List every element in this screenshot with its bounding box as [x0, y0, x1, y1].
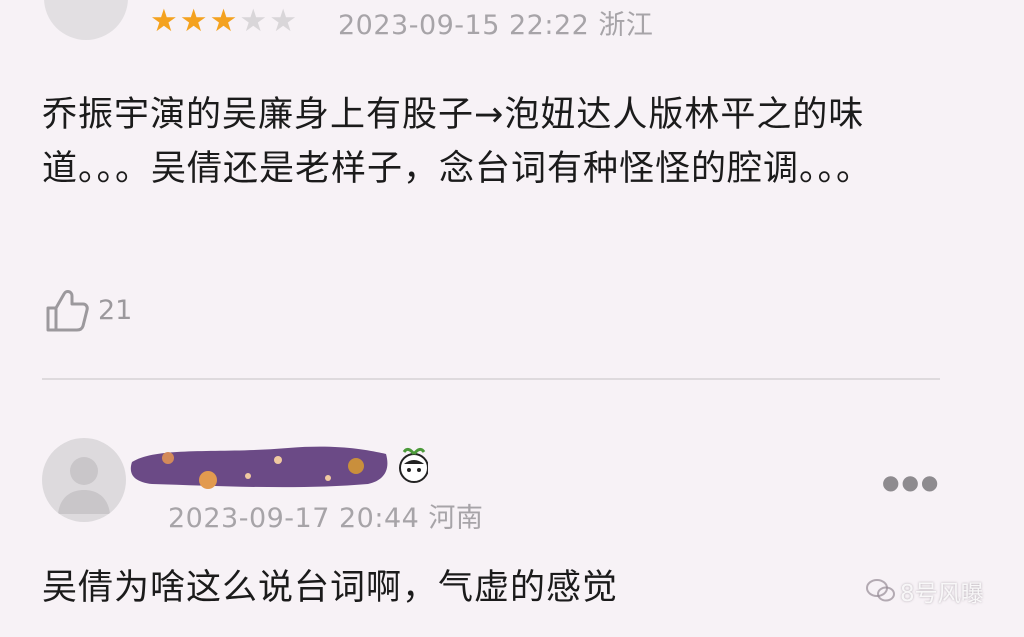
comment-location: 浙江: [598, 10, 654, 41]
username-redacted[interactable]: [128, 440, 428, 490]
star-icon: ★: [269, 2, 297, 39]
more-dots-icon: ●●●: [882, 470, 941, 494]
watermark-text: 8号风曝: [900, 581, 984, 607]
divider: [42, 378, 940, 380]
like-button[interactable]: 21: [44, 286, 132, 334]
comment-date: 2023-09-15 22:22: [338, 10, 590, 41]
wechat-icon: [866, 579, 895, 602]
comment-date: 2023-09-17 20:44: [168, 503, 420, 534]
star-icon: ★: [209, 2, 238, 39]
star-icon: ★: [179, 2, 208, 39]
user-avatar[interactable]: [44, 0, 128, 40]
comment-meta: 2023-09-17 20:44 河南: [168, 496, 483, 535]
more-options-button[interactable]: ●●●: [882, 470, 940, 494]
avatar-placeholder-icon: [58, 457, 110, 514]
star-icon: ★: [150, 2, 178, 39]
comment-text: 吴倩为啥这么说台词啊，气虚的感觉: [42, 568, 619, 608]
comment-location: 河南: [428, 503, 484, 534]
watermark: 8号风曝: [866, 574, 984, 608]
like-count: 21: [98, 294, 133, 326]
thumbs-up-icon: [46, 290, 89, 332]
comment-text: 乔振宇演的吴廉身上有股子→泡妞达人版林平之的味道。。。吴倩还是老样子，念台词有种…: [42, 95, 873, 189]
star-rating: ★ ★ ★ ★ ★: [150, 4, 299, 38]
star-icon: ★: [239, 2, 268, 39]
user-avatar[interactable]: [42, 438, 126, 522]
comment-meta: 2023-09-15 22:22 浙江: [338, 3, 653, 42]
